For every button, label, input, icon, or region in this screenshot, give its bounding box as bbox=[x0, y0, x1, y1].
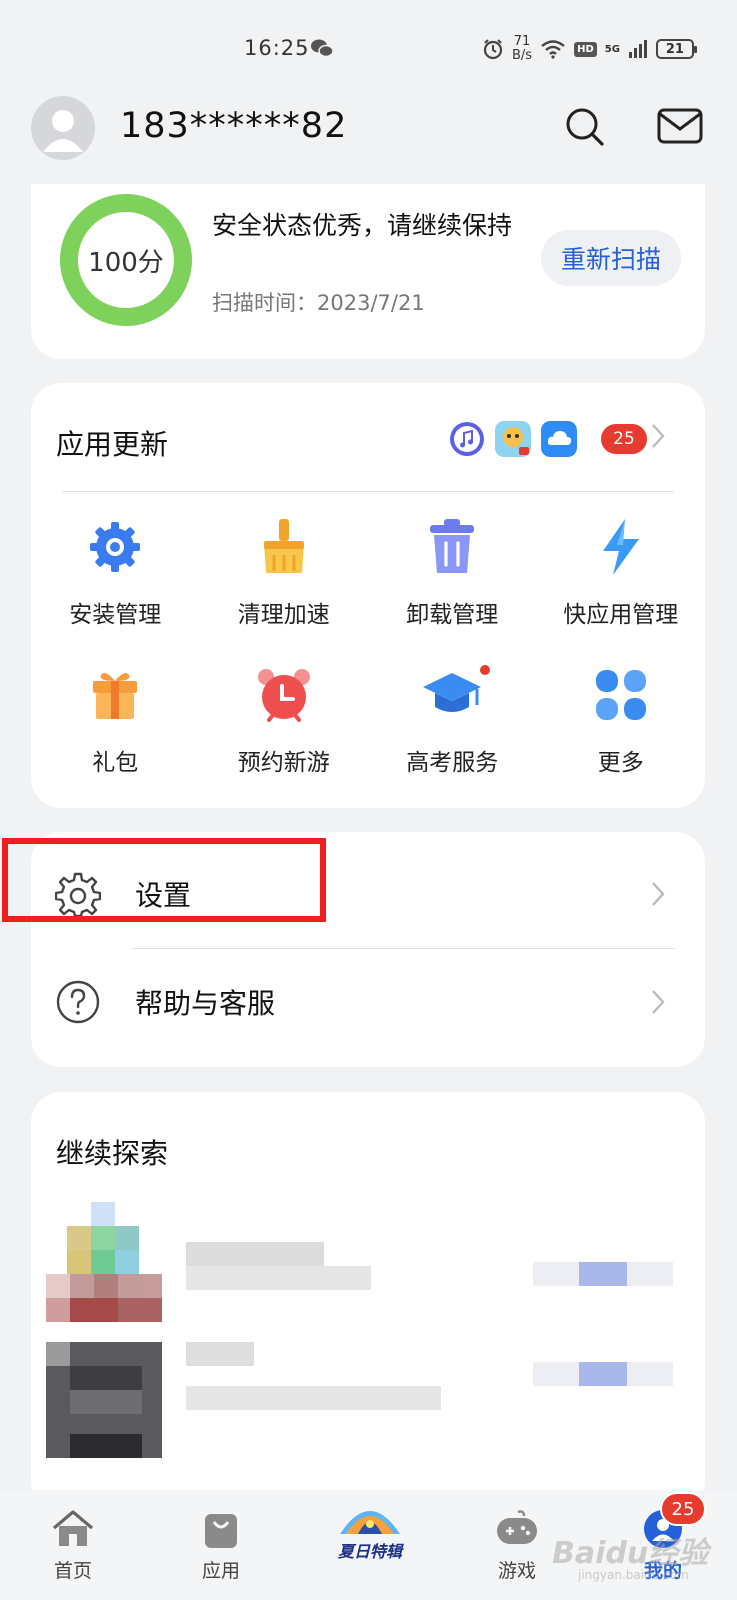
alarm-icon bbox=[483, 39, 503, 60]
status-bar: 16:25 71 B/s HD 5G 21 bbox=[0, 0, 737, 100]
tool-grid: 安装管理 清理加速 卸载管理 快应用管理 礼包 预约新游 高考服务 更多 bbox=[31, 503, 705, 799]
avatar[interactable] bbox=[31, 96, 95, 160]
chevron-right-icon bbox=[652, 990, 665, 1014]
battery-level: 21 bbox=[665, 41, 684, 57]
mail-icon[interactable] bbox=[656, 106, 704, 148]
tool-label: 更多 bbox=[597, 750, 644, 776]
tool-label: 安装管理 bbox=[69, 602, 162, 628]
tab-label: 游戏 bbox=[497, 1560, 536, 1582]
tool-gift-pack[interactable]: 礼包 bbox=[31, 651, 200, 799]
summer-banner-icon bbox=[340, 1511, 400, 1534]
explore-card: 继续探索 bbox=[31, 1092, 705, 1512]
game-app-icon bbox=[495, 421, 531, 457]
security-status-text: 安全状态优秀，请继续保持 bbox=[212, 211, 513, 240]
chevron-right-icon bbox=[652, 882, 665, 906]
battery-indicator: 21 bbox=[655, 39, 697, 59]
blurred-title bbox=[186, 1342, 254, 1366]
tab-badge: 25 bbox=[660, 1492, 706, 1526]
help-service-label: 帮助与客服 bbox=[135, 987, 276, 1020]
graduation-cap-icon bbox=[420, 663, 484, 727]
net-speed: 71 B/s bbox=[512, 35, 532, 63]
search-icon[interactable] bbox=[562, 104, 608, 150]
watermark-logo: Baidu经验 bbox=[552, 1536, 709, 1571]
status-indicators: 71 B/s HD 5G 21 bbox=[482, 34, 697, 64]
blurred-subtitle bbox=[186, 1266, 371, 1290]
tab-label: 应用 bbox=[201, 1560, 240, 1582]
net-speed-unit: B/s bbox=[512, 48, 533, 63]
update-count-badge: 25 bbox=[601, 424, 647, 454]
signal-icon bbox=[628, 40, 647, 58]
tool-reserve-new-game[interactable]: 预约新游 bbox=[200, 651, 369, 799]
tab-summer-special[interactable]: 夏日特辑 bbox=[310, 1494, 430, 1562]
tool-label: 快应用管理 bbox=[563, 602, 679, 628]
divider bbox=[62, 491, 674, 492]
app-update-preview[interactable]: 25 bbox=[449, 421, 647, 457]
shopping-bag-icon bbox=[205, 1514, 237, 1548]
wechat-notification-icon bbox=[311, 39, 334, 58]
install-gear-icon bbox=[83, 515, 147, 579]
grid-more-icon bbox=[589, 663, 653, 727]
blurred-title bbox=[186, 1242, 324, 1266]
security-card: 100分 安全状态优秀，请继续保持 扫描时间：2023/7/21 重新扫描 bbox=[31, 184, 705, 359]
tool-uninstall-manager[interactable]: 卸载管理 bbox=[368, 503, 537, 651]
explore-title: 继续探索 bbox=[56, 1137, 169, 1170]
divider bbox=[131, 948, 676, 949]
tab-home[interactable]: 首页 bbox=[18, 1508, 128, 1583]
tool-clean-boost[interactable]: 清理加速 bbox=[200, 503, 369, 651]
tool-label: 预约新游 bbox=[237, 750, 330, 776]
wifi-icon bbox=[541, 40, 565, 59]
net-speed-value: 71 bbox=[513, 34, 531, 49]
tool-install-manager[interactable]: 安装管理 bbox=[31, 503, 200, 651]
cloud-app-icon bbox=[541, 421, 577, 457]
tools-card: 应用更新 25 安装管理 清理加速 卸载管理 快应用管理 礼包 预约新游 高考服… bbox=[31, 383, 705, 808]
chevron-right-icon[interactable] bbox=[650, 423, 666, 449]
home-icon bbox=[52, 1510, 94, 1546]
tab-apps[interactable]: 应用 bbox=[166, 1508, 276, 1583]
rescan-button[interactable]: 重新扫描 bbox=[541, 230, 681, 286]
blurred-subtitle bbox=[186, 1386, 441, 1410]
profile-header: 183******82 bbox=[0, 96, 737, 166]
tab-label: 夏日特辑 bbox=[337, 1542, 402, 1561]
highlight-annotation-box bbox=[2, 838, 326, 922]
gamepad-icon bbox=[497, 1510, 537, 1544]
scan-time: 扫描时间：2023/7/21 bbox=[212, 291, 425, 315]
user-phone-number[interactable]: 183******82 bbox=[120, 106, 347, 146]
list-item[interactable] bbox=[46, 1202, 696, 1332]
alarm-clock-icon bbox=[252, 663, 316, 727]
status-time: 16:25 bbox=[244, 36, 310, 60]
tool-label: 礼包 bbox=[92, 750, 139, 776]
watermark-url: jingyan.baidu.com bbox=[578, 1568, 689, 1582]
trash-icon bbox=[420, 515, 484, 579]
tool-quick-app-manager[interactable]: 快应用管理 bbox=[537, 503, 706, 651]
tool-more[interactable]: 更多 bbox=[537, 651, 706, 799]
list-item[interactable] bbox=[46, 1342, 696, 1472]
gift-icon bbox=[83, 663, 147, 727]
tool-label: 清理加速 bbox=[237, 602, 330, 628]
tool-gaokao-service[interactable]: 高考服务 bbox=[368, 651, 537, 799]
tool-label: 卸载管理 bbox=[406, 602, 499, 628]
music-app-icon bbox=[450, 422, 484, 456]
help-service-row[interactable]: 帮助与客服 bbox=[31, 952, 705, 1052]
app-update-title[interactable]: 应用更新 bbox=[56, 423, 168, 463]
network-type: 5G bbox=[604, 43, 620, 55]
tab-label: 首页 bbox=[53, 1560, 92, 1582]
notification-dot bbox=[480, 665, 490, 675]
hd-badge: HD bbox=[574, 41, 597, 57]
lightning-icon bbox=[589, 515, 653, 579]
help-question-icon bbox=[56, 980, 100, 1024]
blurred-app-icon bbox=[91, 1202, 115, 1226]
broom-icon bbox=[252, 515, 316, 579]
security-score: 100分 bbox=[88, 247, 164, 278]
default-avatar-icon bbox=[43, 110, 83, 152]
tool-label: 高考服务 bbox=[406, 750, 499, 776]
